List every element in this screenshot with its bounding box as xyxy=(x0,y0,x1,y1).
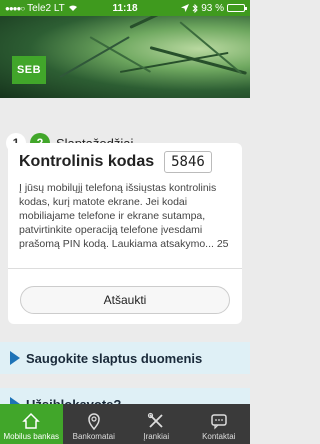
tab-atms[interactable]: Bankomatai xyxy=(63,404,126,444)
battery-label: 93 % xyxy=(201,2,224,14)
tab-label: Mobilus bankas xyxy=(3,432,60,441)
map-pin-icon xyxy=(87,413,100,430)
code-title: Kontrolinis kodas xyxy=(19,153,155,170)
tab-tools[interactable]: Įrankiai xyxy=(125,404,188,444)
seb-logo: SEB xyxy=(12,56,46,84)
location-icon xyxy=(181,4,190,12)
tab-label: Kontaktai xyxy=(202,432,236,441)
card-divider xyxy=(8,268,242,269)
tools-icon xyxy=(148,412,163,428)
chat-icon xyxy=(211,414,227,430)
status-bar: ●●●●○ Tele2 LT 11:18 93 % xyxy=(0,0,250,16)
info-row-secure-data[interactable]: Saugokite slaptus duomenis xyxy=(0,342,250,374)
code-description: Į jūsų mobilųjį telefoną išsiųstas kontr… xyxy=(19,182,229,250)
tab-label: Įrankiai xyxy=(143,432,170,441)
battery-icon xyxy=(227,4,247,12)
cancel-button[interactable]: Atšaukti xyxy=(20,286,230,314)
bluetooth-icon xyxy=(192,3,198,13)
tab-mobile-bank[interactable]: Mobilus bankas xyxy=(0,404,63,444)
tab-label: Bankomatai xyxy=(72,432,115,441)
info-row-label: Saugokite slaptus duomenis xyxy=(26,350,203,366)
signal-icon: ●●●●○ xyxy=(5,3,25,13)
code-row: Kontrolinis kodas 5846 xyxy=(19,151,212,173)
home-icon xyxy=(22,412,41,429)
header-banner: SEB xyxy=(0,16,250,98)
clock: 11:18 xyxy=(112,2,138,14)
tab-bar: Mobilus bankas Bankomatai Įrankiai Konta… xyxy=(0,404,250,444)
carrier-label: Tele2 LT xyxy=(27,2,65,14)
control-code: 5846 xyxy=(164,151,212,173)
tab-contacts[interactable]: Kontaktai xyxy=(188,404,251,444)
wifi-icon xyxy=(68,5,77,11)
expand-arrow-icon xyxy=(10,351,20,365)
